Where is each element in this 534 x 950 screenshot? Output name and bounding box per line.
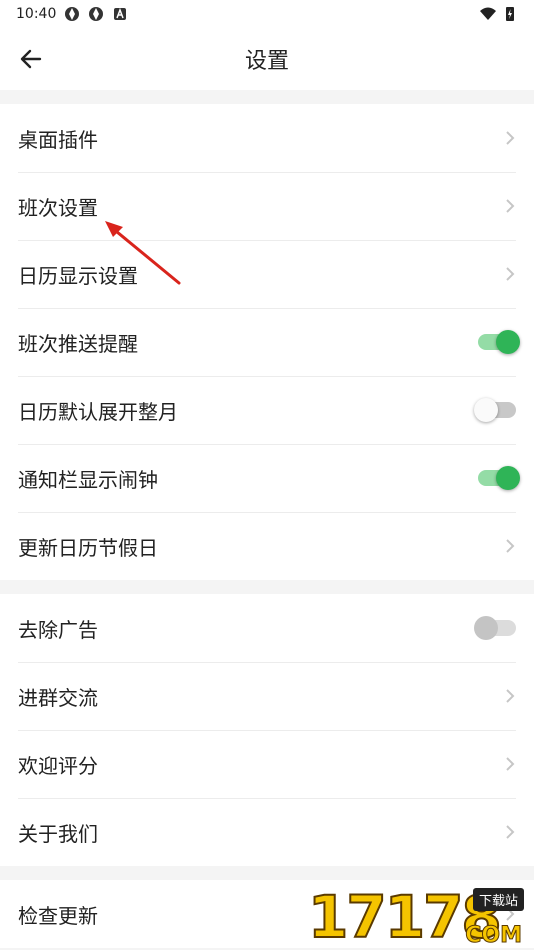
status-bar: 10:40 xyxy=(0,0,534,28)
settings-group-1: 桌面插件 班次设置 日历显示设置 班次推送提醒 日历默认展开整月 通知栏显示闹钟… xyxy=(0,104,534,580)
wifi-icon xyxy=(480,7,496,20)
chevron-right-icon xyxy=(506,199,515,213)
setting-desktop-widgets[interactable]: 桌面插件 xyxy=(0,104,534,172)
chevron-right-icon xyxy=(506,131,515,145)
remove-ads-toggle[interactable] xyxy=(474,616,516,640)
setting-label: 去除广告 xyxy=(18,617,98,642)
setting-expand-full-month: 日历默认展开整月 xyxy=(0,376,534,444)
setting-shift-settings[interactable]: 班次设置 xyxy=(0,172,534,240)
setting-label: 日历默认展开整月 xyxy=(18,399,178,424)
setting-label: 欢迎评分 xyxy=(18,753,98,778)
notification-alarm-toggle[interactable] xyxy=(478,466,520,490)
shift-reminder-toggle[interactable] xyxy=(478,330,520,354)
font-notification-icon xyxy=(114,7,127,20)
page-title: 设置 xyxy=(244,49,289,74)
setting-join-group[interactable]: 进群交流 xyxy=(0,662,534,730)
setting-label: 日历显示设置 xyxy=(18,263,138,288)
app-header: 设置 xyxy=(0,28,534,90)
battery-icon xyxy=(506,7,514,21)
setting-shift-push-reminder: 班次推送提醒 xyxy=(0,308,534,376)
chevron-right-icon xyxy=(506,267,515,281)
watermark-tag: 下载站 xyxy=(472,888,524,911)
setting-label: 桌面插件 xyxy=(18,127,98,152)
setting-notification-alarm: 通知栏显示闹钟 xyxy=(0,444,534,512)
site-watermark: 17178 下载站 COM xyxy=(307,883,528,950)
setting-label: 班次设置 xyxy=(18,195,98,220)
app-notification-icon xyxy=(65,7,80,21)
setting-label: 班次推送提醒 xyxy=(18,331,138,356)
status-time: 10:40 xyxy=(16,6,57,22)
app-notification-icon-2 xyxy=(89,7,104,21)
setting-remove-ads: 去除广告 xyxy=(0,594,534,662)
setting-label: 通知栏显示闹钟 xyxy=(18,467,158,492)
setting-label: 进群交流 xyxy=(18,685,98,710)
setting-label: 关于我们 xyxy=(18,821,98,846)
setting-calendar-display[interactable]: 日历显示设置 xyxy=(0,240,534,308)
setting-update-holidays[interactable]: 更新日历节假日 xyxy=(0,512,534,580)
setting-rate-us[interactable]: 欢迎评分 xyxy=(0,730,534,798)
setting-about-us[interactable]: 关于我们 xyxy=(0,798,534,866)
watermark-suffix: COM xyxy=(465,923,523,949)
chevron-right-icon xyxy=(506,539,515,553)
setting-label: 更新日历节假日 xyxy=(18,535,158,560)
chevron-right-icon xyxy=(506,825,515,839)
back-arrow-icon[interactable] xyxy=(18,46,44,72)
expand-month-toggle[interactable] xyxy=(474,398,516,422)
settings-group-2: 去除广告 进群交流 欢迎评分 关于我们 xyxy=(0,594,534,866)
chevron-right-icon xyxy=(506,689,515,703)
chevron-right-icon xyxy=(506,757,515,771)
